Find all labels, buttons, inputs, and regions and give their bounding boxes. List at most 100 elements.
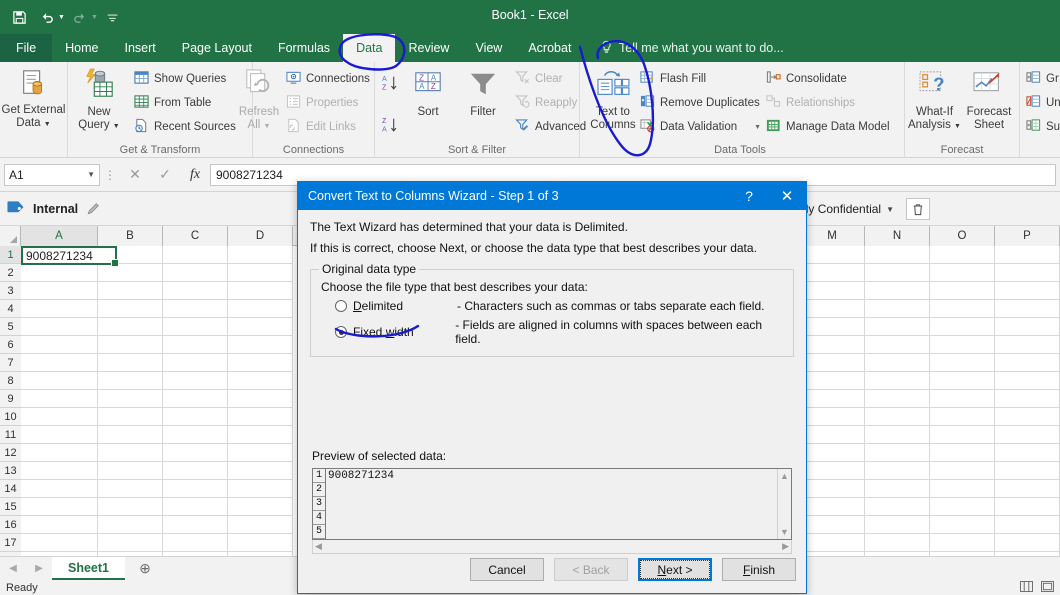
cell-A15[interactable] bbox=[21, 498, 98, 516]
cell-O5[interactable] bbox=[930, 318, 995, 336]
sort-button[interactable]: ZAAZ Sort bbox=[403, 70, 453, 119]
cell-P16[interactable] bbox=[995, 516, 1060, 534]
row-header-13[interactable]: 13 bbox=[0, 462, 21, 480]
cell-M13[interactable] bbox=[800, 462, 865, 480]
data-validation-button[interactable]: Data Validation ▼ bbox=[640, 118, 761, 136]
cell-N2[interactable] bbox=[865, 264, 930, 282]
from-table-button[interactable]: From Table bbox=[134, 94, 211, 112]
cell-O9[interactable] bbox=[930, 390, 995, 408]
cell-M5[interactable] bbox=[800, 318, 865, 336]
cell-A5[interactable] bbox=[21, 318, 98, 336]
cell-C6[interactable] bbox=[163, 336, 228, 354]
cell-A16[interactable] bbox=[21, 516, 98, 534]
scroll-down-icon[interactable]: ▼ bbox=[778, 525, 791, 539]
cell-M2[interactable] bbox=[800, 264, 865, 282]
filter-button[interactable]: Filter bbox=[457, 70, 509, 119]
cell-C16[interactable] bbox=[163, 516, 228, 534]
cell-A6[interactable] bbox=[21, 336, 98, 354]
data-validation-caret-icon[interactable]: ▼ bbox=[754, 124, 761, 131]
row-header-12[interactable]: 12 bbox=[0, 444, 21, 462]
cell-O16[interactable] bbox=[930, 516, 995, 534]
preview-vertical-scrollbar[interactable]: ▲ ▼ bbox=[777, 469, 791, 539]
classification-dropdown[interactable]: ctly Confidential ▼ bbox=[792, 198, 898, 220]
cell-N15[interactable] bbox=[865, 498, 930, 516]
cell-P8[interactable] bbox=[995, 372, 1060, 390]
add-sheet-icon[interactable]: ⊕ bbox=[125, 557, 165, 580]
cell-O3[interactable] bbox=[930, 282, 995, 300]
advanced-filter-button[interactable]: Advanced bbox=[515, 118, 586, 136]
row-header-2[interactable]: 2 bbox=[0, 264, 21, 282]
cell-N5[interactable] bbox=[865, 318, 930, 336]
cell-O7[interactable] bbox=[930, 354, 995, 372]
cell-M4[interactable] bbox=[800, 300, 865, 318]
cell-D13[interactable] bbox=[228, 462, 293, 480]
help-icon[interactable]: ? bbox=[730, 182, 768, 210]
cell-A10[interactable] bbox=[21, 408, 98, 426]
tell-me-box[interactable]: Tell me what you want to do... bbox=[600, 34, 784, 62]
cell-M8[interactable] bbox=[800, 372, 865, 390]
cell-B5[interactable] bbox=[98, 318, 163, 336]
cell-O1[interactable] bbox=[930, 246, 995, 264]
cell-O17[interactable] bbox=[930, 534, 995, 552]
classification-caret-icon[interactable]: ▼ bbox=[886, 205, 894, 214]
row-header-1[interactable]: 1 bbox=[0, 246, 21, 264]
cell-D12[interactable] bbox=[228, 444, 293, 462]
cell-P10[interactable] bbox=[995, 408, 1060, 426]
sort-descending-button[interactable]: ZA bbox=[381, 116, 401, 137]
cell-D17[interactable] bbox=[228, 534, 293, 552]
scroll-up-icon[interactable]: ▲ bbox=[778, 469, 791, 483]
cell-B3[interactable] bbox=[98, 282, 163, 300]
cell-A11[interactable] bbox=[21, 426, 98, 444]
cell-C7[interactable] bbox=[163, 354, 228, 372]
cell-D2[interactable] bbox=[228, 264, 293, 282]
radio-option-delimited[interactable]: DDelimitedelimited - Characters such as … bbox=[335, 299, 785, 313]
subtotal-button[interactable]: Su bbox=[1026, 118, 1060, 136]
cell-C1[interactable] bbox=[163, 246, 228, 264]
cell-P13[interactable] bbox=[995, 462, 1060, 480]
manage-data-model-button[interactable]: Manage Data Model bbox=[766, 118, 890, 136]
row-header-5[interactable]: 5 bbox=[0, 318, 21, 336]
cell-D6[interactable] bbox=[228, 336, 293, 354]
chevron-down-icon[interactable]: ▼ bbox=[87, 170, 95, 179]
tab-review[interactable]: Review bbox=[395, 34, 462, 62]
cell-C8[interactable] bbox=[163, 372, 228, 390]
column-header-A[interactable]: A bbox=[21, 226, 98, 246]
cell-D15[interactable] bbox=[228, 498, 293, 516]
cell-P1[interactable] bbox=[995, 246, 1060, 264]
forecast-sheet-button[interactable]: Forecast Sheet bbox=[963, 70, 1015, 132]
cell-O11[interactable] bbox=[930, 426, 995, 444]
radio-fixed-width-icon[interactable] bbox=[335, 326, 347, 338]
row-header-8[interactable]: 8 bbox=[0, 372, 21, 390]
trash-icon[interactable] bbox=[906, 198, 930, 220]
cell-B10[interactable] bbox=[98, 408, 163, 426]
column-header-N[interactable]: N bbox=[865, 226, 930, 246]
cell-D14[interactable] bbox=[228, 480, 293, 498]
prev-sheet-icon[interactable]: ◀ bbox=[0, 557, 26, 580]
sort-ascending-button[interactable]: AZ bbox=[381, 74, 401, 95]
cell-A12[interactable] bbox=[21, 444, 98, 462]
cell-M9[interactable] bbox=[800, 390, 865, 408]
cell-M17[interactable] bbox=[800, 534, 865, 552]
cell-N14[interactable] bbox=[865, 480, 930, 498]
cell-O2[interactable] bbox=[930, 264, 995, 282]
row-header-9[interactable]: 9 bbox=[0, 390, 21, 408]
cell-N11[interactable] bbox=[865, 426, 930, 444]
cell-A8[interactable] bbox=[21, 372, 98, 390]
cell-B7[interactable] bbox=[98, 354, 163, 372]
cell-D10[interactable] bbox=[228, 408, 293, 426]
cell-B12[interactable] bbox=[98, 444, 163, 462]
cell-B2[interactable] bbox=[98, 264, 163, 282]
cell-O12[interactable] bbox=[930, 444, 995, 462]
column-header-P[interactable]: P bbox=[995, 226, 1060, 246]
cell-A13[interactable] bbox=[21, 462, 98, 480]
cell-B13[interactable] bbox=[98, 462, 163, 480]
cell-D9[interactable] bbox=[228, 390, 293, 408]
cell-N6[interactable] bbox=[865, 336, 930, 354]
next-sheet-icon[interactable]: ▶ bbox=[26, 557, 52, 580]
preview-horizontal-scrollbar[interactable]: ◀ ▶ bbox=[312, 540, 792, 554]
cell-P15[interactable] bbox=[995, 498, 1060, 516]
cell-P12[interactable] bbox=[995, 444, 1060, 462]
cell-C9[interactable] bbox=[163, 390, 228, 408]
row-header-11[interactable]: 11 bbox=[0, 426, 21, 444]
cell-D16[interactable] bbox=[228, 516, 293, 534]
